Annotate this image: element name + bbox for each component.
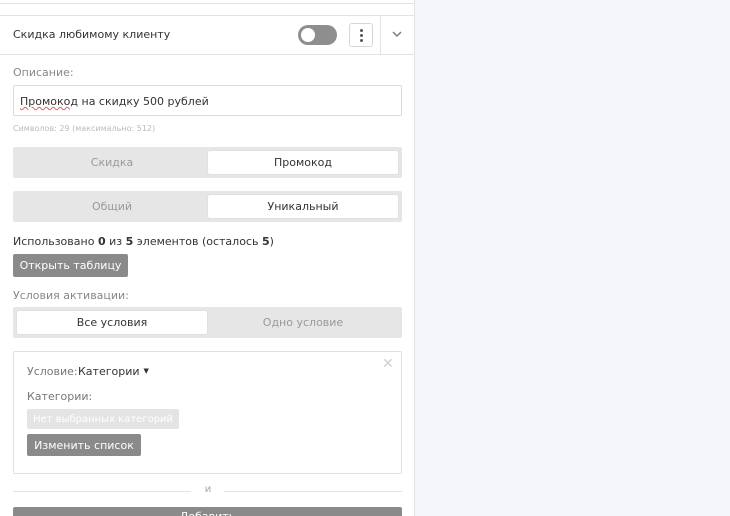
categories-label: Категории:: [27, 390, 93, 403]
condition-selected-value: Категории: [78, 365, 140, 378]
promo-settings-panel: Скидка любимому клиенту Описание: Промок…: [0, 0, 415, 516]
condition-card: ✕ Условие: Категории ▼ Категории: Нет выб…: [13, 351, 402, 474]
activation-conditions-label: Условия активации:: [13, 289, 129, 302]
option-promocode[interactable]: Промокод: [208, 151, 398, 174]
separator-line-left: [13, 491, 191, 492]
option-common[interactable]: Общий: [17, 195, 207, 218]
description-label: Описание:: [13, 66, 74, 79]
add-condition-button[interactable]: Добавить: [13, 507, 402, 516]
previous-card-edge: [0, 0, 414, 4]
promo-title: Скидка любимому клиенту: [13, 28, 171, 41]
toggle-knob: [301, 28, 315, 42]
usage-middle: из: [105, 235, 126, 248]
promo-header: Скидка любимому клиенту: [0, 15, 414, 55]
and-separator: и: [13, 484, 402, 498]
activation-mode-switch: Все условия Одно условие: [13, 307, 402, 338]
promo-enabled-toggle[interactable]: [298, 25, 337, 45]
usage-prefix: Использовано: [13, 235, 98, 248]
and-text: и: [204, 484, 212, 495]
caret-down-icon: ▼: [143, 367, 149, 375]
chevron-down-icon[interactable]: [389, 26, 405, 42]
option-all-conditions[interactable]: Все условия: [17, 311, 207, 334]
edit-list-button[interactable]: Изменить список: [27, 434, 141, 456]
description-field[interactable]: [13, 85, 402, 116]
usage-suffix: элементов (осталось: [133, 235, 262, 248]
code-type-switch: Общий Уникальный: [13, 191, 402, 222]
close-icon[interactable]: ✕: [382, 357, 394, 371]
open-table-button[interactable]: Открыть таблицу: [13, 254, 128, 277]
empty-categories-chip: Нет выбранных категорий: [27, 409, 180, 429]
character-counter: Символов: 29 (максимально: 512): [13, 124, 156, 133]
option-discount[interactable]: Скидка: [17, 151, 207, 174]
separator-line-right: [224, 491, 402, 492]
usage-used-count: 0: [97, 235, 106, 248]
discount-type-switch: Скидка Промокод: [13, 147, 402, 178]
usage-remaining-count: 5: [261, 235, 270, 248]
usage-summary: Использовано 0 из 5 элементов (осталось …: [13, 235, 274, 248]
option-one-condition[interactable]: Одно условие: [208, 311, 398, 334]
condition-type-dropdown[interactable]: Категории ▼: [78, 365, 149, 378]
more-options-button[interactable]: [349, 23, 373, 47]
condition-label: Условие:: [27, 365, 78, 378]
usage-suffix-close: ): [269, 235, 274, 248]
option-unique[interactable]: Уникальный: [208, 195, 398, 218]
header-divider: [380, 16, 381, 54]
